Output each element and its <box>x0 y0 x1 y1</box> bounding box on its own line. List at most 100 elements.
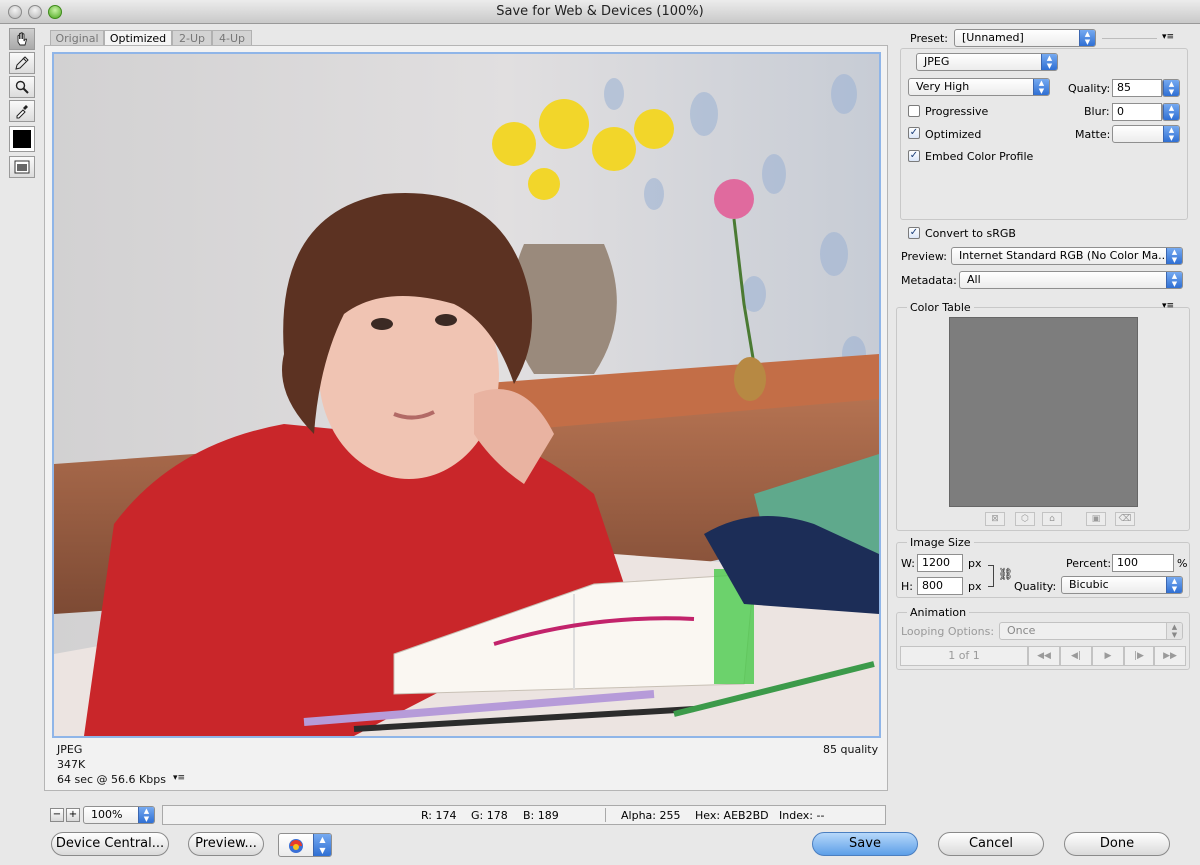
embed-color-profile-checkbox[interactable]: ✓ <box>908 150 920 162</box>
quality-label: Quality: <box>1068 82 1111 95</box>
embed-color-profile-label: Embed Color Profile <box>925 150 1034 163</box>
tool-strip <box>8 28 36 180</box>
resample-quality-value: Bicubic <box>1069 578 1109 591</box>
zoom-tool-icon[interactable] <box>9 76 35 98</box>
color-table-swatches[interactable] <box>949 317 1138 507</box>
title-bar: Save for Web & Devices (100%) <box>0 0 1200 24</box>
percent-label: Percent: <box>1066 557 1112 570</box>
matte-select[interactable]: ▲ ▼ <box>1112 125 1180 143</box>
chevron-updown-icon: ▲ ▼ <box>1033 79 1049 95</box>
looping-options-select[interactable]: Once ▲ ▼ <box>999 622 1183 640</box>
height-label: H: <box>901 580 913 593</box>
chevron-updown-icon: ▲ ▼ <box>1079 30 1095 46</box>
tab-optimized[interactable]: Optimized <box>104 30 172 45</box>
preview-profile-select[interactable]: Internet Standard RGB (No Color Ma... ▲ ▼ <box>951 247 1183 265</box>
quality-field[interactable]: 85 <box>1112 79 1162 97</box>
status-bar: − + 100% ▲ ▼ R: 174 G: 178 B: 189 Alpha: … <box>44 805 888 827</box>
zoom-out-button[interactable]: − <box>50 808 64 822</box>
play-icon[interactable]: ▶ <box>1092 646 1124 666</box>
file-format-value: JPEG <box>924 55 950 68</box>
blur-field[interactable]: 0 <box>1112 103 1162 121</box>
done-button[interactable]: Done <box>1064 832 1170 856</box>
resample-quality-select[interactable]: Bicubic ▲ ▼ <box>1061 576 1183 594</box>
close-window-button[interactable] <box>8 5 22 19</box>
convert-to-srgb-label: Convert to sRGB <box>925 227 1016 240</box>
width-label: W: <box>901 557 915 570</box>
tab-original[interactable]: Original <box>50 30 104 45</box>
optimized-preview-image[interactable] <box>52 52 881 738</box>
zoom-window-button[interactable] <box>48 5 62 19</box>
eyedropper-tool-icon[interactable] <box>9 100 35 122</box>
previous-frame-icon[interactable]: ◀| <box>1060 646 1092 666</box>
minimize-window-button[interactable] <box>28 5 42 19</box>
eyedropper-color-swatch[interactable] <box>9 126 35 152</box>
zoom-value: 100% <box>91 808 123 821</box>
chain-link-icon[interactable]: ⛓ <box>998 567 1013 581</box>
next-frame-icon[interactable]: |▶ <box>1124 646 1154 666</box>
readout-alpha: Alpha: 255 <box>621 809 681 822</box>
divider <box>1102 38 1157 39</box>
chevron-updown-icon: ▲ ▼ <box>1166 248 1182 264</box>
matte-label: Matte: <box>1075 128 1111 141</box>
download-time-info: 64 sec @ 56.6 Kbps <box>57 773 166 786</box>
hand-tool-icon[interactable] <box>9 28 35 50</box>
frame-counter: 1 of 1 <box>900 646 1028 666</box>
blur-slider-toggle[interactable]: ▲ ▼ <box>1162 103 1180 121</box>
image-filesize-info: 347K <box>57 758 86 771</box>
chevron-updown-icon: ▲ ▼ <box>313 834 331 856</box>
preset-select[interactable]: [Unnamed] ▲ ▼ <box>954 29 1096 47</box>
chevron-updown-icon: ▲ ▼ <box>138 807 154 823</box>
progressive-checkbox[interactable] <box>908 105 920 117</box>
browser-icon <box>289 839 303 853</box>
readout-index: Index: -- <box>779 809 825 822</box>
panel-menu-icon[interactable]: ▾≡ <box>1162 301 1174 311</box>
image-format-info: JPEG <box>57 743 83 756</box>
save-button[interactable]: Save <box>812 832 918 856</box>
first-frame-icon[interactable]: ◀◀ <box>1028 646 1060 666</box>
optimized-checkbox[interactable]: ✓ <box>908 127 920 139</box>
map-to-transparent-icon[interactable]: ⊠ <box>985 512 1005 526</box>
readout-hex: Hex: AEB2BD <box>695 809 769 822</box>
chevron-updown-icon: ▲ ▼ <box>1041 54 1057 70</box>
file-format-select[interactable]: JPEG ▲ ▼ <box>916 53 1058 71</box>
readout-red: R: 174 <box>421 809 457 822</box>
last-frame-icon[interactable]: ▶▶ <box>1154 646 1186 666</box>
device-central-button[interactable]: Device Central... <box>51 832 169 856</box>
looping-options-label: Looping Options: <box>901 625 995 638</box>
compression-quality-select[interactable]: Very High ▲ ▼ <box>908 78 1050 96</box>
delete-color-icon[interactable]: ⌫ <box>1115 512 1135 526</box>
zoom-select[interactable]: 100% ▲ ▼ <box>83 806 155 824</box>
animation-title: Animation <box>907 606 970 619</box>
readout-blue: B: 189 <box>523 809 559 822</box>
tab-2-up[interactable]: 2-Up <box>172 30 212 45</box>
chevron-updown-icon: ▲ ▼ <box>1166 623 1182 639</box>
metadata-value: All <box>967 273 981 286</box>
lock-color-icon[interactable]: ⌂ <box>1042 512 1062 526</box>
window-title: Save for Web & Devices (100%) <box>496 4 704 19</box>
slice-select-tool-icon[interactable] <box>9 52 35 74</box>
download-rate-menu-icon[interactable]: ▾≡ <box>173 773 185 783</box>
preview-profile-label: Preview: <box>901 250 947 263</box>
shift-to-web-palette-icon[interactable]: ⬡ <box>1015 512 1035 526</box>
toggle-slices-visibility-icon[interactable] <box>9 156 35 178</box>
zoom-in-button[interactable]: + <box>66 808 80 822</box>
chevron-updown-icon: ▲ ▼ <box>1166 272 1182 288</box>
blur-label: Blur: <box>1084 105 1110 118</box>
preview-button[interactable]: Preview... <box>188 832 264 856</box>
cancel-button[interactable]: Cancel <box>938 832 1044 856</box>
looping-options-value: Once <box>1007 624 1036 637</box>
metadata-select[interactable]: All ▲ ▼ <box>959 271 1183 289</box>
height-unit: px <box>968 580 982 593</box>
color-readout: R: 174 G: 178 B: 189 Alpha: 255 Hex: AEB… <box>162 805 886 825</box>
percent-field[interactable]: 100 <box>1112 554 1174 572</box>
height-field[interactable]: 800 <box>917 577 963 595</box>
quality-slider-toggle[interactable]: ▲ ▼ <box>1162 79 1180 97</box>
width-unit: px <box>968 557 982 570</box>
readout-green: G: 178 <box>471 809 508 822</box>
new-color-icon[interactable]: ▣ <box>1086 512 1106 526</box>
panel-menu-icon[interactable]: ▾≡ <box>1162 32 1174 42</box>
convert-to-srgb-checkbox[interactable]: ✓ <box>908 227 920 239</box>
width-field[interactable]: 1200 <box>917 554 963 572</box>
browser-select[interactable]: ▲ ▼ <box>278 833 332 857</box>
tab-4-up[interactable]: 4-Up <box>212 30 252 45</box>
